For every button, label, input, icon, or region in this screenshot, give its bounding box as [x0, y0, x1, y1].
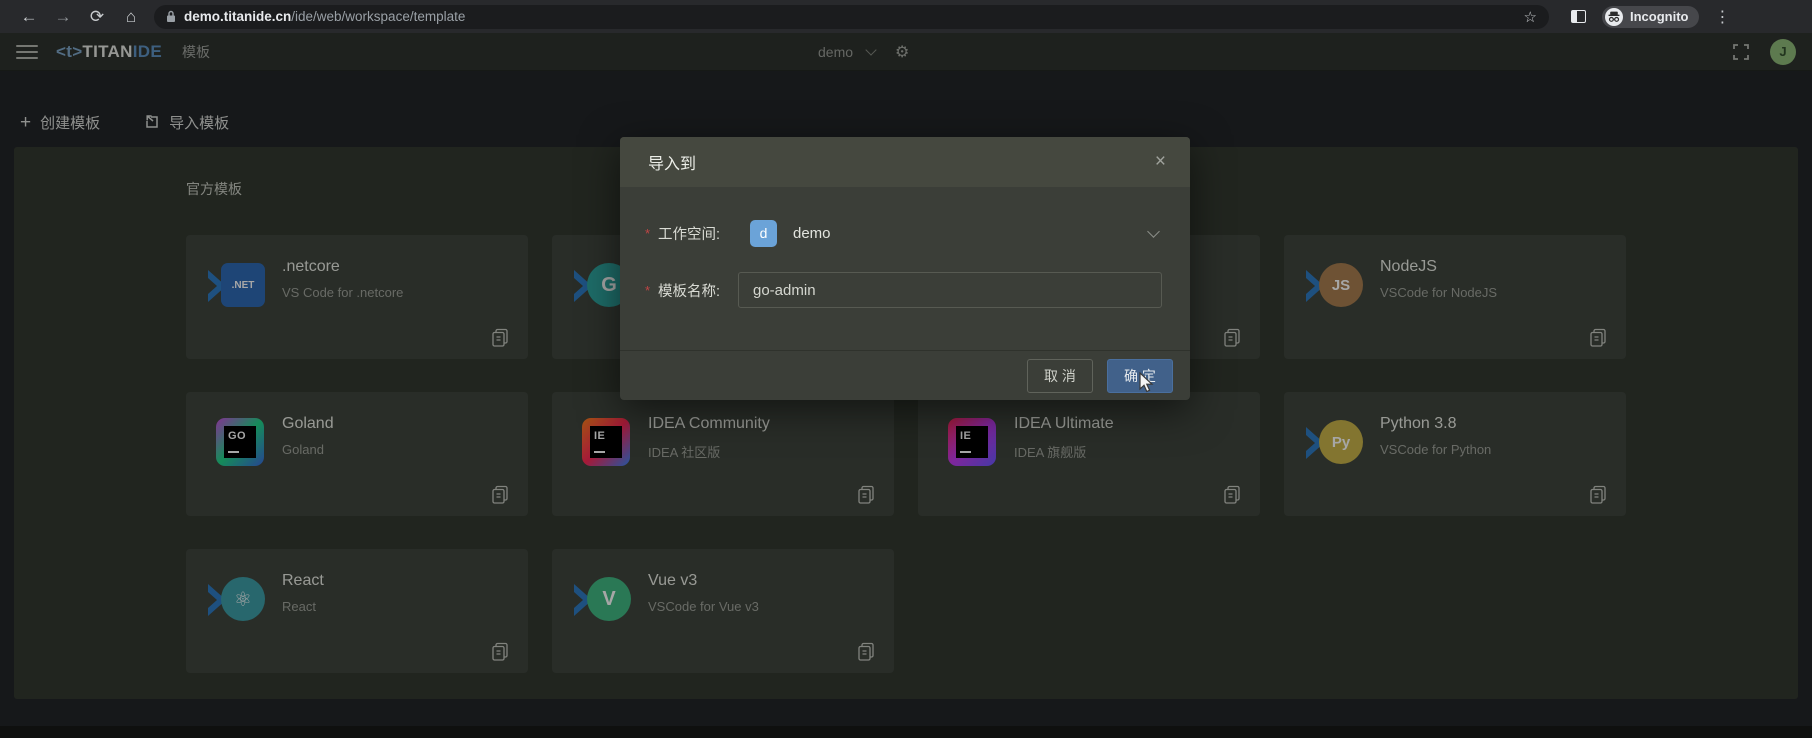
incognito-label: Incognito [1630, 9, 1689, 24]
address-bar[interactable]: demo.titanide.cn/ide/web/workspace/templ… [154, 5, 1549, 29]
browser-toolbar: ← → ⟳ ⌂ demo.titanide.cn/ide/web/workspa… [0, 0, 1812, 33]
bookmark-star-icon[interactable]: ☆ [1524, 8, 1537, 26]
required-asterisk: * [645, 226, 658, 241]
forward-icon[interactable]: → [46, 0, 80, 33]
reload-icon[interactable]: ⟳ [80, 0, 114, 33]
side-panel-icon[interactable] [1571, 10, 1586, 23]
dialog-title: 导入到 [648, 150, 696, 174]
dialog-footer: 取 消 确 定 [620, 350, 1190, 400]
template-name-field-row: * 模板名称: [645, 272, 1162, 308]
required-asterisk: * [645, 283, 658, 298]
template-name-label: 模板名称: [658, 280, 738, 301]
workspace-select[interactable]: d demo [738, 215, 1162, 251]
dialog-body: * 工作空间: d demo * 模板名称: [620, 187, 1190, 308]
home-icon[interactable]: ⌂ [114, 0, 148, 33]
browser-menu-icon[interactable]: ⋮ [1713, 7, 1733, 27]
dialog-header: 导入到 × [620, 137, 1190, 187]
workspace-field-row: * 工作空间: d demo [645, 215, 1162, 251]
url-domain: demo.titanide.cn [184, 9, 291, 24]
import-dialog: 导入到 × * 工作空间: d demo * 模板名称: 取 消 确 定 [620, 137, 1190, 400]
mouse-cursor [1138, 372, 1156, 394]
back-icon[interactable]: ← [12, 0, 46, 33]
template-name-input[interactable] [738, 272, 1162, 308]
lock-icon [166, 10, 176, 23]
cancel-button[interactable]: 取 消 [1027, 359, 1093, 393]
url-path: /ide/web/workspace/template [291, 9, 465, 24]
chevron-down-icon [1147, 225, 1160, 238]
incognito-badge: Incognito [1602, 6, 1699, 28]
incognito-icon [1604, 7, 1624, 27]
workspace-field-label: 工作空间: [658, 223, 738, 244]
close-icon[interactable]: × [1155, 151, 1166, 173]
workspace-selected-value: demo [793, 225, 831, 242]
workspace-badge: d [750, 220, 777, 247]
